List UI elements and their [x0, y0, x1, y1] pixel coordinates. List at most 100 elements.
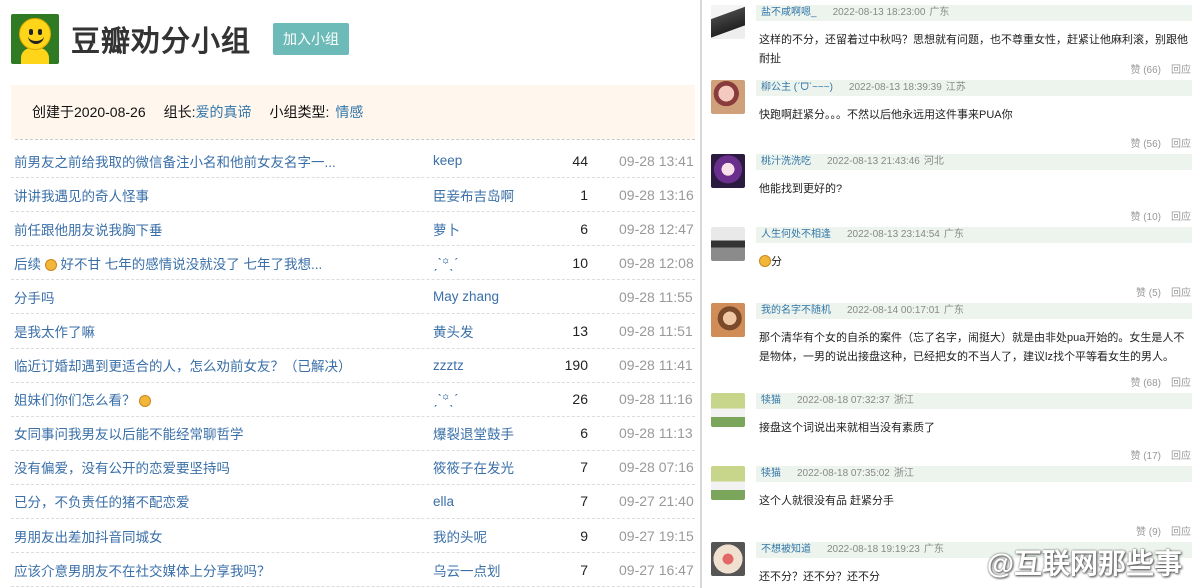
topic-row: 已分，不负责任的猪不配恋爱 ella 7 09-27 21:40 — [11, 485, 695, 520]
topic-author-link[interactable]: zzztz — [433, 358, 464, 373]
topic-row: 讲讲我遇见的奇人怪事 臣妾布吉岛啊 1 09-28 13:16 — [11, 178, 695, 213]
topic-row: 是我太作了嘛 黄头发 13 09-28 11:51 — [11, 314, 695, 349]
comment-time: 2022-08-14 00:17:01 — [847, 305, 940, 316]
topic-author-link[interactable]: 萝卜 — [433, 219, 460, 239]
comment-content: 这样的不分，还留着过中秋吗？思想就有问题，也不尊重女性，赶紧让他麻利滚，别跟他耐… — [759, 31, 1192, 69]
topic-title-link[interactable]: 是我太作了嘛 — [14, 321, 424, 341]
comment-content: 快跑啊赶紧分。。。不然以后他永远用这件事来PUA你 — [759, 106, 1192, 125]
reply-count: 26 — [572, 391, 588, 408]
group-type-label: 小组类型: — [269, 104, 330, 120]
topic-title-text: 前任跟他朋友说我胸下垂 — [14, 222, 163, 238]
topic-row: 前任跟他朋友说我胸下垂 萝卜 6 09-28 12:47 — [11, 212, 695, 247]
comment-text: 这样的不分，还留着过中秋吗？思想就有问题，也不尊重女性，赶紧让他麻利滚，别跟他耐… — [759, 34, 1188, 65]
comment-meta: 柳公主 (ˊᗜˋ~~~) 2022-08-13 18:39:39 江苏 — [756, 80, 1192, 96]
comment-location: 广东 — [943, 305, 964, 316]
avatar[interactable] — [711, 154, 745, 188]
topic-author-link[interactable]: 黄头发 — [433, 321, 474, 341]
comment-content: 分 — [759, 253, 1192, 272]
topic-title-text-after: 好不甘 七年的感情说没就没了 七年了我想... — [56, 256, 323, 272]
avatar[interactable] — [711, 303, 745, 337]
comment-location: 浙江 — [893, 395, 914, 406]
comment-content: 他能找到更好的? — [759, 180, 1192, 199]
avatar[interactable] — [711, 80, 745, 114]
topic-author-link[interactable]: 乌云一点划 — [433, 560, 501, 580]
topic-title-link[interactable]: 前男友之前给我取的微信备注小名和他前女友名字一... — [14, 151, 424, 171]
reply-count: 6 — [580, 220, 588, 237]
comment-time: 2022-08-13 23:14:54 — [847, 229, 940, 240]
topic-author-link[interactable]: May zhang — [433, 289, 499, 304]
group-type-link[interactable]: 情感 — [335, 102, 363, 122]
topic-author-link[interactable]: 臣妾布吉岛啊 — [433, 185, 514, 205]
avatar[interactable] — [711, 227, 745, 261]
topic-title-link[interactable]: 女同事问我男友以后能不能经常聊哲学 — [14, 423, 424, 443]
avatar[interactable] — [711, 542, 745, 576]
commenter-name-link[interactable]: 桃汁洗洗吃 — [761, 156, 811, 167]
topic-title-link[interactable]: 男朋友出差加抖音同城女 — [14, 526, 424, 546]
topic-title-link[interactable]: 已分，不负责任的猪不配恋爱 — [14, 491, 424, 511]
comment-content: 接盘这个词说出来就相当没有素质了 — [759, 419, 1192, 438]
commenter-name-link[interactable]: 我的名字不随机 — [761, 305, 831, 316]
join-group-button[interactable]: 加入小组 — [273, 23, 350, 55]
divider — [15, 139, 695, 140]
comment-time: 2022-08-18 07:32:37 — [797, 395, 890, 406]
comment-time: 2022-08-13 21:43:46 — [827, 156, 920, 167]
commenter-name-link[interactable]: 人生何处不相逢 — [761, 229, 831, 240]
comment-actions: 赞 (56) 回应 — [1130, 135, 1191, 150]
group-title: 豆瓣劝分小组 — [71, 26, 252, 58]
topic-title-link[interactable]: 前任跟他朋友说我胸下垂 — [14, 219, 424, 239]
topic-row: 后续 好不甘 七年的感情说没就没了 七年了我想... ˏˋ꙳ˎˊ 10 09-28 1… — [11, 246, 695, 281]
topic-row: 分手吗 May zhang 09-28 11:55 — [11, 280, 695, 315]
commenter-name-link[interactable]: 犊猫 — [761, 395, 781, 406]
topic-author-link[interactable]: 爆裂退堂鼓手 — [433, 423, 514, 443]
topic-row: 姐妹们你们怎么看？ ˏˋ꙳ˎˊ 26 09-28 11:16 — [11, 383, 695, 417]
comment-text: 还不分？还不分？还不分 — [759, 571, 880, 583]
comment-actions: 赞 (9) 回应 — [1136, 523, 1191, 538]
topic-author-link[interactable]: ˏˋ꙳ˎˊ — [433, 390, 458, 408]
comment-location: 浙江 — [893, 468, 914, 479]
topic-title-link[interactable]: 后续 好不甘 七年的感情说没就没了 七年了我想... — [14, 253, 424, 273]
topic-author-link[interactable]: ella — [433, 494, 454, 509]
topic-title-link[interactable]: 姐妹们你们怎么看？ — [14, 389, 424, 409]
topic-author-link[interactable]: 我的头呢 — [433, 526, 487, 546]
comment-text: 接盘这个词说出来就相当没有素质了 — [759, 422, 935, 434]
commenter-name-link[interactable]: 犊猫 — [761, 468, 781, 479]
group-header: 豆瓣劝分小组 加入小组 — [11, 13, 350, 65]
topic-title-link[interactable]: 没有偏爱，没有公开的恋爱要坚持吗 — [14, 457, 424, 477]
topic-time: 09-28 11:55 — [619, 288, 693, 305]
comment-location: 广东 — [943, 229, 964, 240]
comment-item: 犊猫 2022-08-18 07:32:37 浙江 接盘这个词说出来就相当没有素质了赞… — [702, 388, 1200, 462]
commenter-name-link[interactable]: 柳公主 (ˊᗜˋ~~~) — [761, 82, 833, 93]
emoji-icon — [44, 258, 57, 271]
comment-time: 2022-08-18 19:19:23 — [827, 544, 920, 555]
avatar[interactable] — [711, 5, 745, 39]
topic-row: 没有偏爱，没有公开的恋爱要坚持吗 筱筱子在发光 7 09-28 07:16 — [11, 451, 695, 485]
comment-item: 柳公主 (ˊᗜˋ~~~) 2022-08-13 18:39:39 江苏 快跑啊赶紧分。… — [702, 75, 1200, 150]
topic-author-link[interactable]: ˏˋ꙳ˎˊ — [433, 254, 458, 272]
leader-link[interactable]: 爱的真谛 — [196, 102, 252, 122]
comment-list: 盐不咸啊嗯_ 2022-08-13 18:23:00 广东 这样的不分，还留着过中秋吗… — [702, 0, 1200, 588]
topic-time: 09-28 13:41 — [619, 152, 694, 169]
topic-author-link[interactable]: 筱筱子在发光 — [433, 457, 514, 477]
topic-title-link[interactable]: 讲讲我遇见的奇人怪事 — [14, 185, 424, 205]
comment-meta: 桃汁洗洗吃 2022-08-13 21:43:46 河北 — [756, 154, 1192, 170]
topic-time: 09-27 21:40 — [619, 493, 694, 510]
emoji-icon — [759, 255, 771, 267]
topic-title-link[interactable]: 临近订婚却遇到更适合的人，怎么劝前女友？（已解决） — [14, 355, 424, 375]
comment-text: 这个人就很没有品 赶紧分手 — [759, 495, 895, 507]
topic-time: 09-28 11:16 — [619, 391, 693, 408]
topic-time: 09-28 11:51 — [619, 323, 693, 340]
comment-content: 这个人就很没有品 赶紧分手 — [759, 492, 1192, 511]
topic-title-link[interactable]: 应该介意男朋友不在社交媒体上分享我吗？ — [14, 560, 424, 580]
comment-text: 那个清华有个女的自杀的案件（忘了名字，闹挺大）就是由非处pua开始的。女生是人不… — [759, 332, 1185, 363]
topic-row: 应该介意男朋友不在社交媒体上分享我吗？ 乌云一点划 7 09-27 16:47 — [11, 553, 695, 588]
comment-text: 他能找到更好的? — [759, 183, 843, 195]
avatar[interactable] — [711, 393, 745, 427]
comment-location: 广东 — [929, 7, 950, 18]
topic-author-link[interactable]: keep — [433, 153, 462, 168]
topic-title-link[interactable]: 分手吗 — [14, 287, 424, 307]
commenter-name-link[interactable]: 不想被知道 — [761, 544, 811, 555]
topic-time: 09-27 16:47 — [619, 561, 694, 578]
commenter-name-link[interactable]: 盐不咸啊嗯_ — [761, 7, 817, 18]
comment-actions: 赞 (68) 回应 — [1130, 374, 1191, 389]
avatar[interactable] — [711, 466, 745, 500]
